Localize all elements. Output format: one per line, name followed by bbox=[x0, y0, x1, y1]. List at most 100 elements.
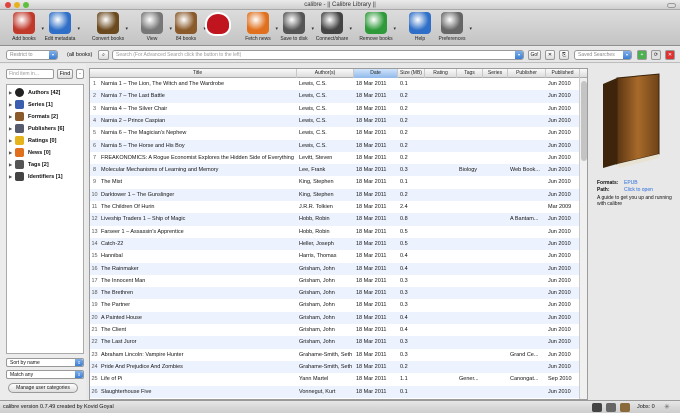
table-row[interactable]: 4 Narnia 2 – Prince Caspian Lewis, C.S. 18 … bbox=[90, 114, 580, 128]
advanced-search-button[interactable]: ⌕ bbox=[98, 50, 109, 60]
delete-search-button[interactable]: ✕ bbox=[665, 50, 675, 60]
column-header-publisher[interactable]: Publisher bbox=[508, 69, 546, 78]
vertical-scrollbar[interactable] bbox=[579, 78, 587, 399]
cell-tags bbox=[459, 361, 482, 373]
table-row[interactable]: 25 Life of Pi Yann Martel 18 Mar 2011 1.1 Gen… bbox=[90, 373, 580, 385]
cell-author: Grisham, John bbox=[299, 302, 335, 309]
expand-triangle-icon[interactable]: ▶ bbox=[9, 99, 12, 111]
table-row[interactable]: 7 FREAKONOMICS: A Rogue Economist Explore… bbox=[90, 152, 580, 164]
table-row[interactable]: 22 The Last Juror Grisham, John 18 Mar 2011… bbox=[90, 336, 580, 349]
table-row[interactable]: 19 The Partner Grisham, John 18 Mar 2011 0.3… bbox=[90, 299, 580, 311]
column-header-tags[interactable]: Tags bbox=[457, 69, 483, 78]
table-row[interactable]: 8 Molecular Mechanisms of Learning and Me… bbox=[90, 164, 580, 177]
table-row[interactable]: 1 Narnia 1 – The Lion, The Witch and The … bbox=[90, 78, 580, 90]
table-row[interactable]: 26 Slaughterhouse Five Vonnegut, Kurt 18 Ma… bbox=[90, 385, 580, 398]
expand-triangle-icon[interactable]: ▶ bbox=[9, 171, 12, 183]
tag-category-item[interactable]: ▶ News [0] bbox=[9, 147, 83, 159]
table-row[interactable]: 18 The Brethren Grisham, John 18 Mar 2011 0.… bbox=[90, 287, 580, 300]
table-row[interactable]: 10 Darktower 1 – The Gunslinger King, Step… bbox=[90, 188, 580, 201]
chevron-down-icon[interactable]: ▾ bbox=[77, 26, 80, 32]
expand-triangle-icon[interactable]: ▶ bbox=[9, 87, 12, 99]
expand-triangle-icon[interactable]: ▶ bbox=[9, 159, 12, 171]
table-row[interactable]: 20 A Painted House Grisham, John 18 Mar 201… bbox=[90, 311, 580, 324]
tag-category-item[interactable]: ▶ Authors [42] bbox=[9, 87, 83, 99]
table-row[interactable]: 15 Hannibal Harris, Thomas 18 Mar 2011 0.4 Ju… bbox=[90, 250, 580, 262]
cell-author: Hobb, Robin bbox=[299, 216, 330, 223]
column-header-author-s[interactable]: Author(s) bbox=[297, 69, 354, 78]
sort-by-select[interactable]: Sort by name ⇕ bbox=[6, 358, 84, 367]
manage-user-categories-button[interactable]: Manage user categories bbox=[8, 383, 78, 393]
saved-searches-combo[interactable]: Saved Searches ▾ bbox=[574, 50, 632, 60]
table-row[interactable]: 2 Narnia 7 – The Last Battle Lewis, C.S. 18… bbox=[90, 90, 580, 103]
table-row[interactable]: 11 The Children Of Hurin J.R.R. Tolkien 18 … bbox=[90, 201, 580, 213]
table-row[interactable]: 3 Narnia 4 – The Silver Chair Lewis, C.S. 1… bbox=[90, 103, 580, 115]
chevron-down-icon[interactable]: ▾ bbox=[393, 26, 396, 32]
cell-rating bbox=[427, 336, 456, 348]
table-row[interactable]: 12 Liveship Traders 1 – Ship of Magic Hobb… bbox=[90, 213, 580, 226]
toolbar-connect-share-button[interactable]: Connect/share ▾ bbox=[310, 12, 354, 42]
expand-triangle-icon[interactable]: ▶ bbox=[9, 111, 12, 123]
clear-search-button[interactable]: ✕ bbox=[545, 50, 555, 60]
column-header-published[interactable]: Published bbox=[546, 69, 580, 78]
toolbar-label: Connect/share bbox=[315, 36, 349, 42]
table-row[interactable]: 6 Narnia 5 – The Horse and His Boy Lewis, … bbox=[90, 139, 580, 152]
tag-category-item[interactable]: ▶ Tags [2] bbox=[9, 159, 83, 171]
expand-triangle-icon[interactable]: ▶ bbox=[9, 135, 12, 147]
table-row[interactable]: 24 Pride And Prejudice And Zombies Grahame… bbox=[90, 360, 580, 374]
find-item-input[interactable]: Find item in... bbox=[6, 69, 54, 79]
chevron-down-icon[interactable]: ▾ bbox=[349, 26, 352, 32]
cell-author: J.R.R. Tolkien bbox=[299, 204, 333, 210]
go-button[interactable]: Go! bbox=[528, 50, 541, 60]
tag-browser-toggle-icon[interactable] bbox=[606, 403, 616, 412]
gears-icon bbox=[441, 12, 463, 34]
expand-triangle-icon[interactable]: ▶ bbox=[9, 147, 12, 159]
toolbar-convert-books-button[interactable]: Convert books ▾ bbox=[86, 12, 130, 42]
toolbar-gears-button[interactable]: Preferences ▾ bbox=[430, 12, 474, 42]
table-row[interactable]: 16 The Rainmaker Grisham, John 18 Mar 2011 0… bbox=[90, 262, 580, 275]
save-to-disk-icon bbox=[283, 12, 305, 34]
toolbar-toggle-button[interactable] bbox=[667, 2, 676, 8]
table-row[interactable]: 9 The Mist King, Stephen 18 Mar 2011 0.1 Jun … bbox=[90, 176, 580, 188]
chevron-down-icon[interactable]: ▾ bbox=[469, 26, 472, 32]
column-header-rating[interactable]: Rating bbox=[425, 69, 457, 78]
expand-triangle-icon[interactable]: ▶ bbox=[9, 123, 12, 135]
cover-browser-toggle-icon[interactable] bbox=[620, 403, 630, 412]
column-header-series[interactable]: Series bbox=[483, 69, 508, 78]
scrollbar-thumb[interactable] bbox=[581, 81, 587, 161]
cell-publisher bbox=[510, 361, 545, 373]
jobs-count[interactable]: Jobs: 0 bbox=[637, 404, 655, 410]
table-row[interactable]: 17 The Innocent Man Grisham, John 18 Mar 20… bbox=[90, 275, 580, 287]
search-input[interactable]: Search (For Advanced Search click the bu… bbox=[112, 50, 524, 60]
table-row[interactable]: 23 Abraham Lincoln: Vampire Hunter Grahame… bbox=[90, 349, 580, 361]
tag-category-item[interactable]: ▶ Series [1] bbox=[9, 99, 83, 111]
toolbar-heart-button[interactable] bbox=[196, 12, 240, 38]
save-search-button[interactable]: + bbox=[637, 50, 647, 60]
toolbar-edit-metadata-button[interactable]: Edit metadata ▾ bbox=[38, 12, 82, 42]
column-header-title[interactable]: Title bbox=[99, 69, 297, 78]
table-row[interactable]: 13 Farseer 1 – Assassin's Apprentice Hobb,… bbox=[90, 226, 580, 238]
path-link[interactable]: Click to open bbox=[624, 187, 653, 193]
match-select[interactable]: Match any ⇕ bbox=[6, 370, 84, 379]
find-button[interactable]: Find bbox=[57, 69, 73, 79]
cell-publisher: A Bantam... bbox=[510, 216, 539, 223]
match-value: Match any bbox=[10, 372, 34, 378]
chevron-down-icon[interactable]: ▾ bbox=[125, 26, 128, 32]
save-search-2-button[interactable]: ⟳ bbox=[651, 50, 661, 60]
table-row[interactable]: 14 Catch-22 Heller, Joseph 18 Mar 2011 0.5 Ju… bbox=[90, 237, 580, 251]
table-row[interactable]: 21 The Client Grisham, John 18 Mar 2011 0.4 J… bbox=[90, 324, 580, 336]
help-icon bbox=[409, 12, 431, 34]
restrict-to-combo[interactable]: Restrict to ▾ bbox=[6, 50, 58, 60]
collapse-button[interactable]: - bbox=[76, 69, 84, 79]
toolbar-recycle-button[interactable]: Remove books ▾ bbox=[354, 12, 398, 42]
copy-search-button[interactable]: ⎘ bbox=[559, 50, 569, 60]
tag-category-item[interactable]: ▶ Ratings [0] bbox=[9, 135, 83, 147]
column-header-size-mb[interactable]: Size (MB) bbox=[398, 69, 425, 78]
table-row[interactable]: 5 Narnia 6 – The Magician's Nephew Lewis, … bbox=[90, 127, 580, 139]
tag-category-item[interactable]: ▶ Publishers [6] bbox=[9, 123, 83, 135]
tag-category-item[interactable]: ▶ Formats [2] bbox=[9, 111, 83, 123]
column-header-date[interactable]: Date bbox=[354, 69, 398, 78]
person-icon bbox=[15, 88, 24, 97]
tag-category-item[interactable]: ▶ Identifiers [1] bbox=[9, 171, 83, 183]
formats-link[interactable]: EPUB bbox=[624, 180, 638, 186]
layout-toggle-icon[interactable] bbox=[592, 403, 602, 412]
